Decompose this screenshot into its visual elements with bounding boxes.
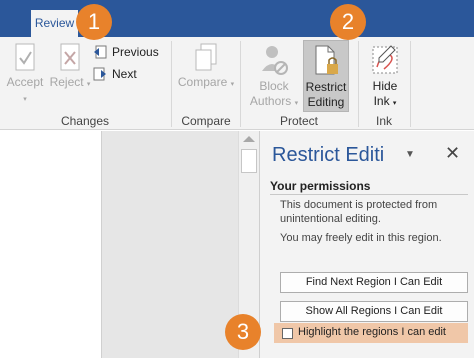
accept-button[interactable]: Accept ▾ <box>4 43 46 107</box>
compare-label: Compare <box>177 75 228 89</box>
restrict-editing-label-2: Editing <box>307 95 345 109</box>
ink-group-label: Ink <box>375 114 392 128</box>
title-bar: Review <box>0 0 474 37</box>
restrict-editing-label-1: Restrict <box>305 80 347 94</box>
hide-ink-label-2: Ink <box>373 94 390 108</box>
chevron-down-icon: ▾ <box>230 81 235 88</box>
restrict-editing-button[interactable]: Restrict Editing <box>303 40 349 112</box>
hide-ink-button[interactable]: Hide Ink ▾ <box>363 43 407 111</box>
compare-button[interactable]: Compare ▾ <box>176 43 236 92</box>
restrict-editing-icon <box>315 45 338 75</box>
freely-edit-text: You may freely edit in this region. <box>280 232 442 244</box>
reject-icon <box>60 43 80 71</box>
changes-group-label: Changes <box>60 114 110 128</box>
find-next-region-button[interactable]: Find Next Region I Can Edit <box>280 272 468 293</box>
chevron-down-icon: ▾ <box>294 100 299 107</box>
reject-label: Reject <box>49 75 84 89</box>
next-change-icon <box>93 67 106 81</box>
chevron-down-icon: ▾ <box>86 81 91 88</box>
protect-group-label: Protect <box>279 114 318 128</box>
ribbon: Accept ▾ Reject ▾ Previous Next Changes … <box>0 37 474 169</box>
block-authors-button[interactable]: Block Authors ▾ <box>248 43 300 111</box>
reject-button[interactable]: Reject ▾ <box>49 43 91 92</box>
highlight-regions-row[interactable]: Highlight the regions I can edit <box>274 323 468 343</box>
chevron-down-icon: ▾ <box>392 100 397 107</box>
group-divider <box>410 41 411 127</box>
compare-icon <box>195 43 217 71</box>
block-authors-label-1: Block <box>259 79 289 93</box>
previous-change-icon <box>94 45 107 59</box>
previous-label: Previous <box>112 45 159 59</box>
next-label: Next <box>112 67 137 81</box>
show-all-regions-button[interactable]: Show All Regions I Can Edit <box>280 301 468 322</box>
block-authors-label-2: Authors <box>249 94 292 108</box>
callout-marker-3: 3 <box>225 314 261 350</box>
divider <box>270 194 468 195</box>
close-icon[interactable]: ✕ <box>445 143 460 164</box>
highlight-regions-checkbox[interactable] <box>282 328 293 339</box>
protected-text-2: unintentional editing. <box>280 213 381 225</box>
scroll-thumb[interactable] <box>241 149 257 173</box>
scroll-up-icon[interactable] <box>243 136 255 142</box>
highlight-regions-label: Highlight the regions I can edit <box>298 326 446 338</box>
protected-text-1: This document is protected from <box>280 199 438 211</box>
tab-review[interactable]: Review <box>31 10 78 37</box>
compare-group-label: Compare <box>181 114 231 128</box>
pane-title: Restrict Editi <box>272 144 385 166</box>
pane-options-icon[interactable]: ▼ <box>405 149 415 160</box>
permissions-header: Your permissions <box>270 179 371 193</box>
hide-ink-label-1: Hide <box>372 79 398 93</box>
callout-marker-1: 1 <box>76 4 112 40</box>
accept-label: Accept <box>6 75 44 89</box>
document-page[interactable] <box>0 131 101 358</box>
hide-ink-icon <box>372 45 398 74</box>
document-background <box>101 131 238 358</box>
restrict-editing-pane: Restrict Editi ▼ ✕ Your permissions This… <box>260 131 474 358</box>
callout-marker-2: 2 <box>330 4 366 40</box>
chevron-down-icon: ▾ <box>23 96 27 103</box>
accept-icon <box>15 43 35 71</box>
block-authors-icon <box>262 46 288 75</box>
